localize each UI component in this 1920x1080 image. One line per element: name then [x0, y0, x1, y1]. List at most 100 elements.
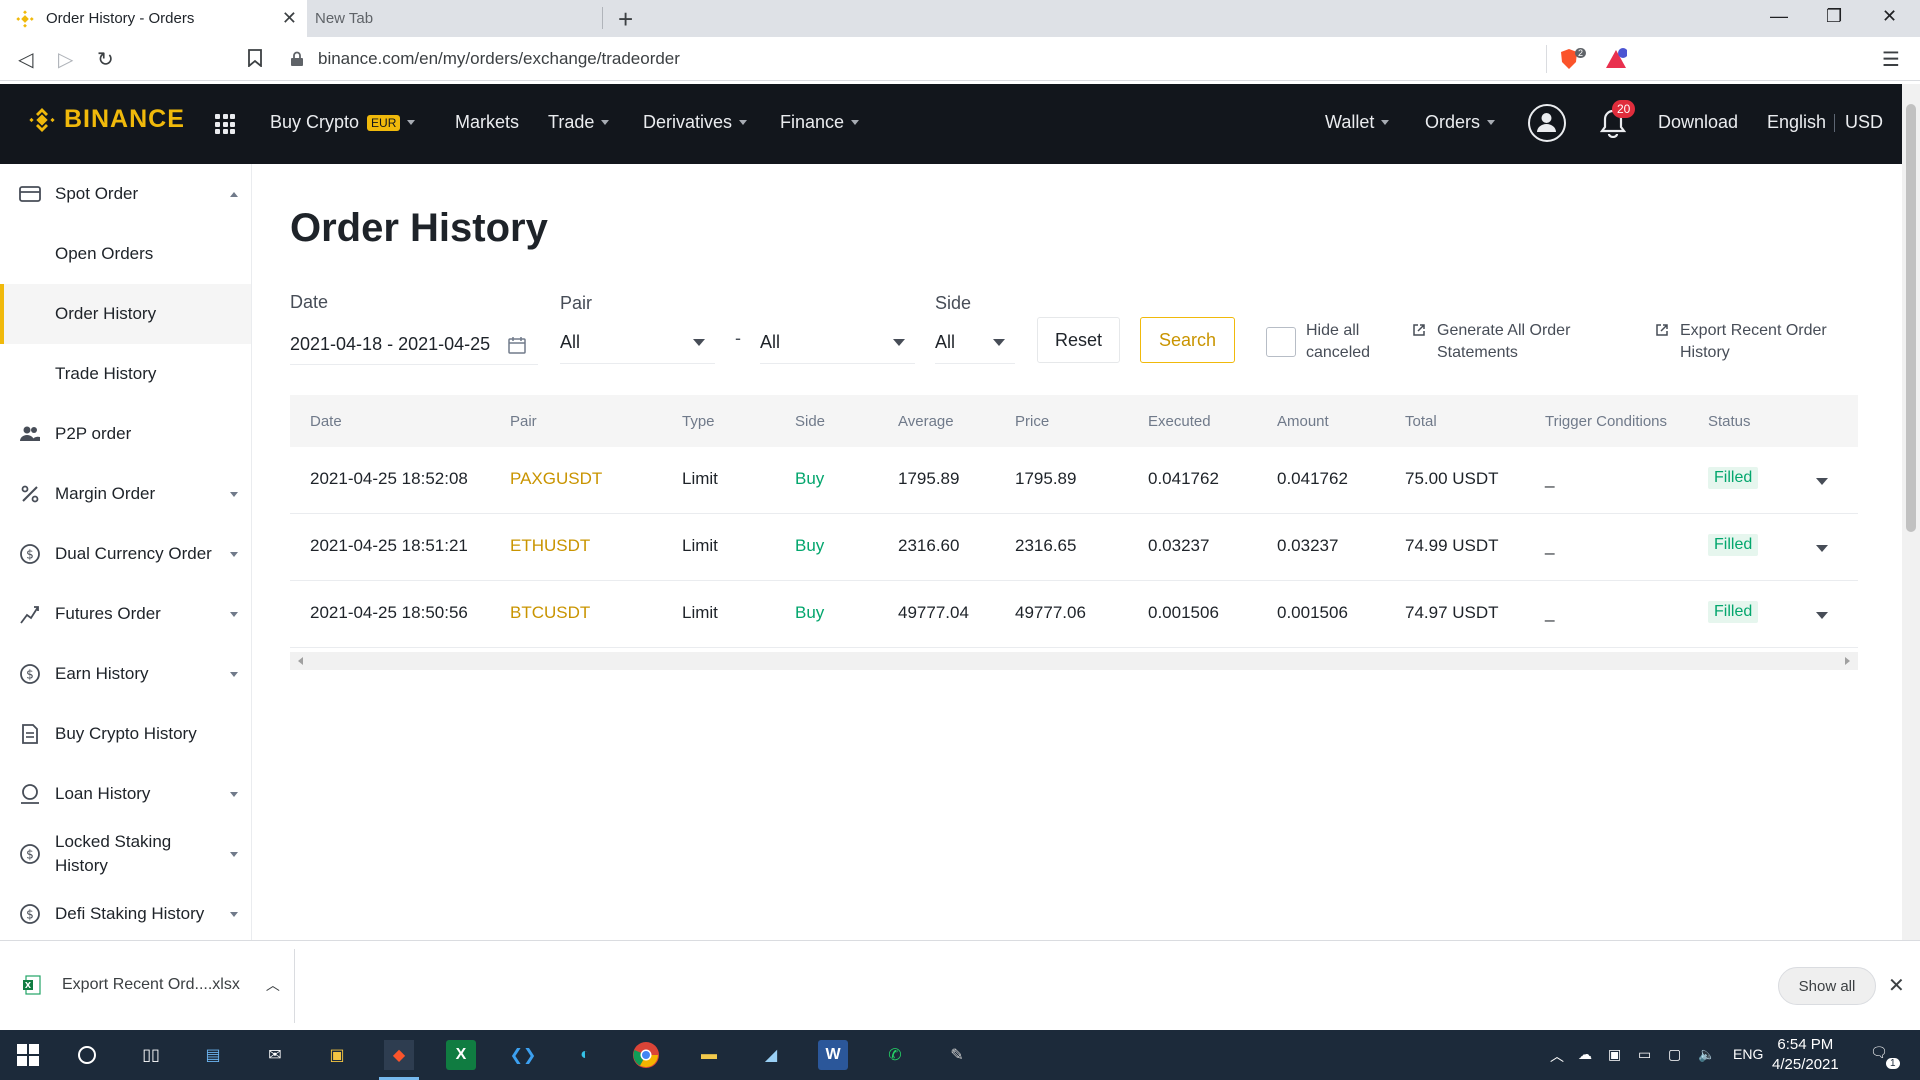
generate-statements-link[interactable]: Generate All Order Statements	[1437, 320, 1570, 364]
desktop-app-icon[interactable]: ▤	[198, 1040, 228, 1070]
file-explorer-icon[interactable]: ▬	[694, 1040, 724, 1070]
expand-row-icon[interactable]	[1816, 478, 1828, 485]
chrome-icon[interactable]	[632, 1041, 660, 1069]
sidebar-item-earn-history[interactable]: $ Earn History	[0, 644, 251, 704]
cell-pair[interactable]: PAXGUSDT	[510, 469, 602, 489]
url-field[interactable]: binance.com/en/my/orders/exchange/tradeo…	[290, 43, 1550, 75]
excel-file-icon: X	[23, 975, 41, 995]
search-icon[interactable]	[76, 1044, 98, 1066]
brave-browser-icon[interactable]: ◆	[384, 1040, 414, 1070]
date-range-picker[interactable]: 2021-04-18 - 2021-04-25	[290, 334, 538, 364]
nav-markets[interactable]: Markets	[455, 112, 519, 133]
cell-pair[interactable]: BTCUSDT	[510, 603, 590, 623]
store-icon[interactable]: ▣	[322, 1040, 352, 1070]
tray-app-icon[interactable]: ▣	[1608, 1046, 1621, 1063]
nav-trade[interactable]: Trade	[548, 112, 610, 133]
tab-new-tab[interactable]: New Tab	[307, 7, 603, 29]
binance-logo[interactable]: BINANCE	[28, 105, 185, 134]
nav-wallet[interactable]: Wallet	[1325, 112, 1390, 133]
sidebar-item-loan-history[interactable]: Loan History	[0, 764, 251, 824]
word-icon[interactable]: W	[818, 1040, 848, 1070]
scroll-right-icon[interactable]	[1845, 657, 1850, 665]
chevron-down-icon	[230, 611, 238, 617]
nav-derivatives[interactable]: Derivatives	[643, 112, 748, 133]
network-icon[interactable]: ▢	[1668, 1046, 1681, 1063]
cell-average: 2316.60	[898, 536, 960, 555]
sidebar-item-buy-crypto-history[interactable]: Buy Crypto History	[0, 704, 251, 764]
table-horizontal-scrollbar[interactable]	[290, 652, 1858, 670]
task-view-icon[interactable]: ▯▯	[136, 1040, 166, 1070]
system-clock[interactable]: 6:54 PM 4/25/2021	[1772, 1035, 1839, 1075]
user-account-icon[interactable]	[1528, 104, 1566, 142]
new-tab-icon[interactable]: +	[618, 4, 633, 35]
sidebar-item-futures-order[interactable]: Futures Order	[0, 584, 251, 644]
show-all-button[interactable]: Show all	[1778, 967, 1876, 1005]
export-recent-history-link[interactable]: Export Recent Order History	[1680, 320, 1827, 364]
close-window-icon[interactable]: ✕	[1882, 6, 1897, 27]
tray-chevron-up-icon[interactable]: ︿	[1550, 1046, 1564, 1066]
sidebar-item-order-history[interactable]: Order History	[0, 284, 251, 344]
hide-canceled-checkbox[interactable]	[1266, 327, 1296, 357]
pair-base-select[interactable]: All	[560, 328, 715, 364]
expand-row-icon[interactable]	[1816, 545, 1828, 552]
restore-icon[interactable]: ❐	[1826, 6, 1842, 27]
dollar-coin-icon: $	[20, 844, 40, 864]
forward-icon[interactable]: ▷	[58, 47, 73, 72]
sidebar-item-spot-order[interactable]: Spot Order	[0, 164, 251, 224]
close-tab-icon[interactable]: ✕	[282, 8, 297, 29]
nav-orders[interactable]: Orders	[1425, 112, 1496, 133]
nav-download[interactable]: Download	[1658, 112, 1738, 133]
volume-icon[interactable]: 🔈	[1698, 1046, 1715, 1063]
onedrive-icon[interactable]: ☁	[1578, 1046, 1592, 1063]
page-vertical-scrollbar[interactable]	[1902, 84, 1920, 940]
sidebar-item-dual-currency-order[interactable]: $ Dual Currency Order	[0, 524, 251, 584]
vscode-icon[interactable]: ❮❯	[508, 1040, 538, 1070]
input-language[interactable]: ENG	[1733, 1046, 1763, 1062]
download-item[interactable]: X Export Recent Ord....xlsx ︿	[22, 975, 280, 995]
side-select[interactable]: All	[935, 328, 1015, 364]
minimize-icon[interactable]: —	[1770, 6, 1788, 27]
tab-order-history[interactable]: Order History - Orders ✕	[0, 0, 307, 37]
reload-icon[interactable]: ↻	[97, 47, 114, 72]
brave-rewards-icon[interactable]	[1605, 48, 1627, 70]
close-download-bar-icon[interactable]: ✕	[1888, 973, 1905, 998]
pair-quote-select[interactable]: All	[760, 328, 915, 364]
whatsapp-icon[interactable]: ✆	[880, 1040, 910, 1070]
windows-start-icon[interactable]	[16, 1043, 40, 1067]
scrollbar-thumb[interactable]	[1906, 104, 1916, 532]
table-row[interactable]: 2021-04-25 18:50:56 BTCUSDT Limit Buy 49…	[290, 581, 1858, 648]
search-button[interactable]: Search	[1140, 317, 1235, 363]
chevron-up-icon[interactable]: ︿	[266, 975, 280, 995]
action-center-icon[interactable]: 🗨	[1870, 1044, 1888, 1061]
bookmark-icon[interactable]	[248, 49, 262, 67]
paint-icon[interactable]: ✎	[942, 1040, 972, 1070]
edge-icon[interactable]: ◐	[570, 1040, 600, 1070]
table-row[interactable]: 2021-04-25 18:51:21 ETHUSDT Limit Buy 23…	[290, 514, 1858, 581]
apps-grid-icon[interactable]	[215, 114, 235, 134]
sidebar-item-trade-history[interactable]: Trade History	[0, 344, 251, 404]
cell-pair[interactable]: ETHUSDT	[510, 536, 590, 556]
nav-currency[interactable]: USD	[1845, 112, 1883, 133]
sidebar-item-margin-order[interactable]: Margin Order	[0, 464, 251, 524]
cell-type: Limit	[682, 603, 718, 622]
nav-buy-crypto[interactable]: Buy Crypto EUR	[270, 112, 416, 133]
column-header: Type	[682, 413, 715, 430]
excel-icon[interactable]: X	[446, 1040, 476, 1070]
sidebar-item-defi-staking-history[interactable]: $ Defi Staking History	[0, 884, 251, 940]
mail-icon[interactable]: ✉	[260, 1040, 290, 1070]
back-icon[interactable]: ◁	[18, 47, 33, 72]
column-header: Total	[1405, 413, 1437, 430]
table-row[interactable]: 2021-04-25 18:52:08 PAXGUSDT Limit Buy 1…	[290, 447, 1858, 514]
scroll-left-icon[interactable]	[298, 657, 303, 665]
sidebar-item-open-orders[interactable]: Open Orders	[0, 224, 251, 284]
menu-icon[interactable]: ☰	[1882, 47, 1900, 72]
app-icon[interactable]: ◢	[756, 1040, 786, 1070]
battery-icon[interactable]: ▭	[1638, 1046, 1651, 1063]
sidebar-item-p2p-order[interactable]: P2P order	[0, 404, 251, 464]
nav-finance[interactable]: Finance	[780, 112, 860, 133]
column-header: Trigger Conditions	[1545, 413, 1667, 430]
sidebar-item-locked-staking-history[interactable]: $ Locked Staking History	[0, 824, 251, 884]
nav-language[interactable]: English	[1767, 112, 1826, 133]
expand-row-icon[interactable]	[1816, 612, 1828, 619]
reset-button[interactable]: Reset	[1037, 317, 1120, 363]
